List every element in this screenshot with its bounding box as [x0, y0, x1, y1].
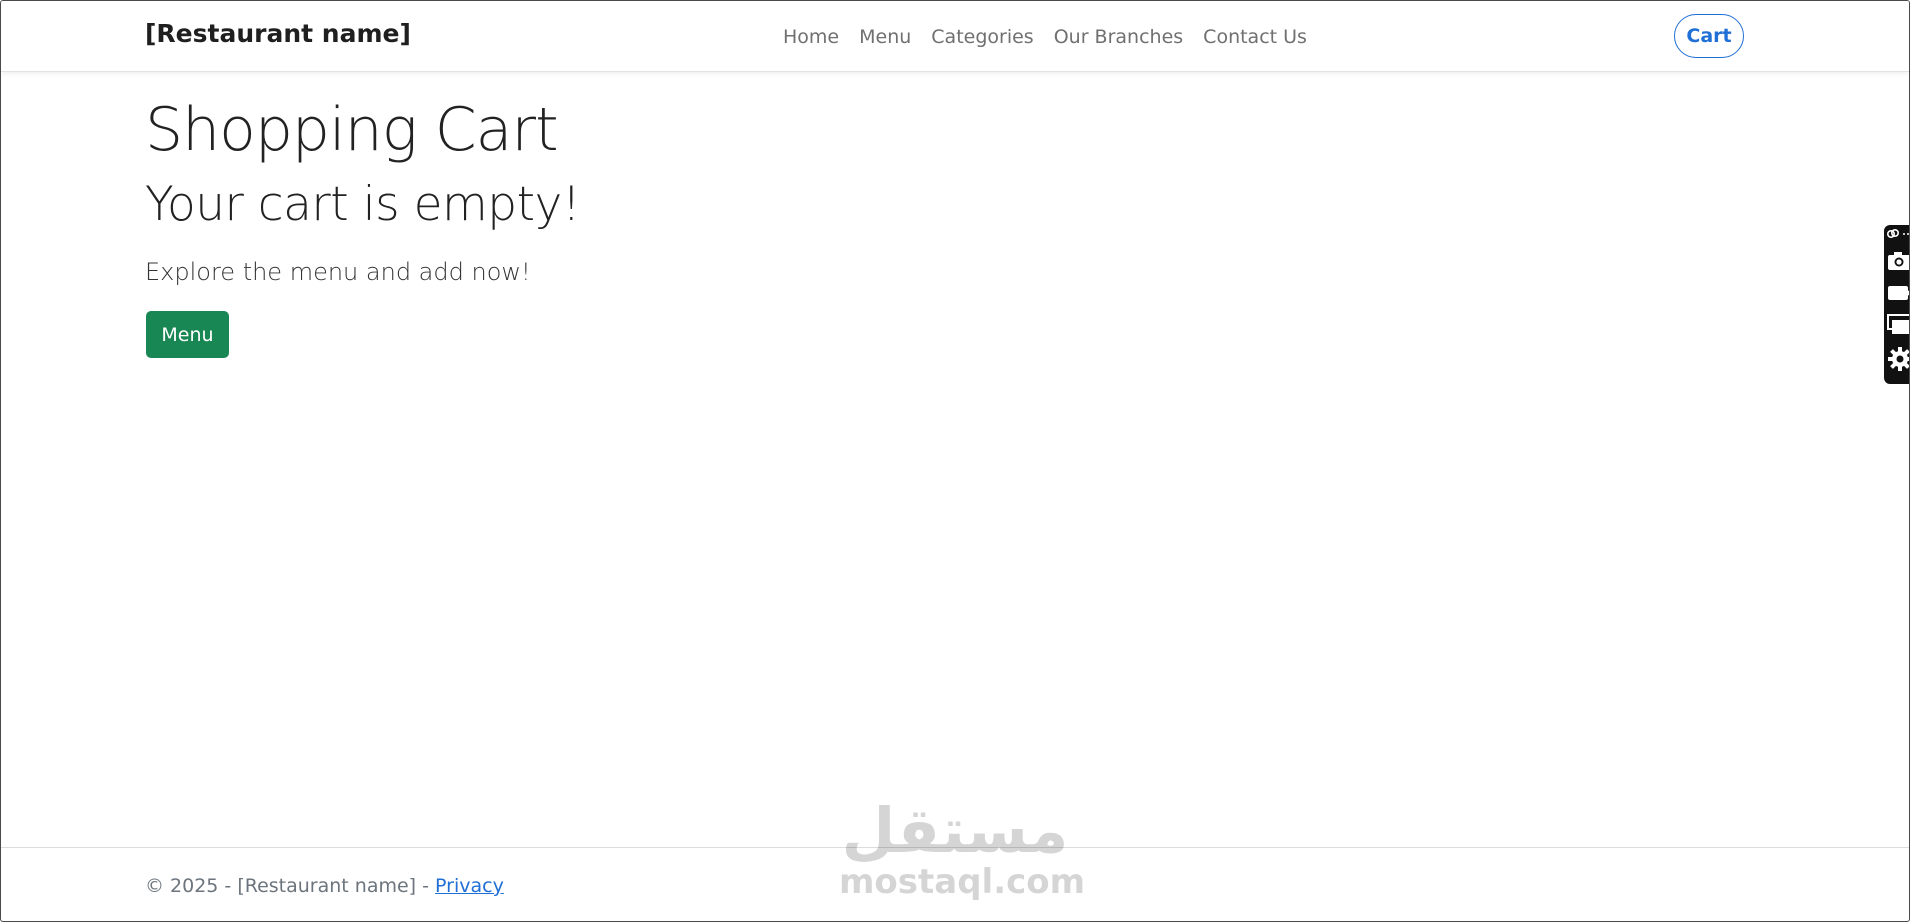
- screens-icon[interactable]: [1884, 311, 1909, 337]
- link-icon[interactable]: [1884, 227, 1909, 241]
- nav-link-contact[interactable]: Contact Us: [1193, 23, 1317, 51]
- gear-icon[interactable]: [1884, 345, 1909, 373]
- footer-copyright: © 2025 - [Restaurant name] -: [145, 875, 436, 897]
- navbar-brand[interactable]: [Restaurant name]: [145, 19, 411, 48]
- nav-link-home[interactable]: Home: [773, 23, 849, 51]
- nav-links: Home Menu Categories Our Branches Contac…: [773, 23, 1317, 51]
- navbar: [Restaurant name] Home Menu Categories O…: [1, 1, 1909, 72]
- footer-text: © 2025 - [Restaurant name] - Privacy: [145, 875, 504, 897]
- privacy-link[interactable]: Privacy: [435, 875, 504, 897]
- page-title: Shopping Cart: [145, 95, 559, 165]
- nav-link-categories[interactable]: Categories: [921, 23, 1043, 51]
- cart-button[interactable]: Cart: [1674, 14, 1744, 58]
- video-icon[interactable]: [1884, 279, 1909, 305]
- nav-link-branches[interactable]: Our Branches: [1044, 23, 1193, 51]
- side-toolbar: [1884, 225, 1909, 384]
- empty-cart-message: Explore the menu and add now!: [145, 258, 531, 286]
- empty-cart-heading: Your cart is empty!: [145, 177, 581, 232]
- menu-button[interactable]: Menu: [146, 311, 229, 358]
- camera-icon[interactable]: [1884, 247, 1909, 273]
- footer: © 2025 - [Restaurant name] - Privacy: [1, 847, 1909, 921]
- nav-link-menu[interactable]: Menu: [849, 23, 921, 51]
- browser-viewport: [Restaurant name] Home Menu Categories O…: [0, 0, 1910, 922]
